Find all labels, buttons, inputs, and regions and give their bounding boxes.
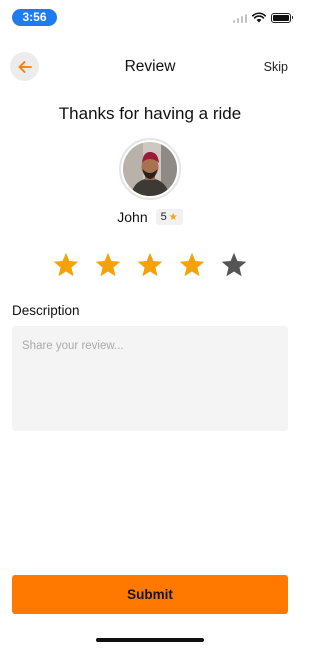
star-icon: ★ bbox=[168, 211, 178, 223]
thanks-heading: Thanks for having a ride bbox=[58, 104, 242, 123]
driver-rating-value: 5 bbox=[160, 211, 167, 223]
battery-icon bbox=[271, 12, 293, 23]
driver-avatar bbox=[119, 138, 181, 200]
navigation-bar: Review Skip bbox=[0, 50, 300, 84]
wifi-icon bbox=[252, 12, 266, 23]
rating-star-3[interactable] bbox=[136, 251, 164, 279]
star-rating bbox=[0, 251, 300, 279]
page-title: Review bbox=[124, 58, 176, 75]
rating-star-1[interactable] bbox=[52, 251, 80, 279]
status-time: 3:56 bbox=[12, 9, 57, 26]
cellular-signal-icon bbox=[232, 13, 247, 23]
driver-name: John bbox=[117, 209, 148, 225]
submit-button[interactable]: Submit bbox=[12, 575, 288, 614]
description-label: Description bbox=[12, 303, 80, 318]
rating-star-5[interactable] bbox=[220, 251, 248, 279]
status-icons bbox=[232, 12, 293, 23]
review-input[interactable] bbox=[12, 326, 288, 431]
rating-star-2[interactable] bbox=[94, 251, 122, 279]
driver-rating-badge: 5 ★ bbox=[155, 209, 183, 225]
driver-info: John 5 ★ bbox=[0, 209, 300, 225]
skip-button[interactable]: Skip bbox=[264, 60, 288, 74]
driver-photo bbox=[123, 142, 177, 196]
status-bar: 3:56 bbox=[0, 0, 300, 34]
rating-star-4[interactable] bbox=[178, 251, 206, 279]
home-indicator bbox=[96, 638, 204, 642]
